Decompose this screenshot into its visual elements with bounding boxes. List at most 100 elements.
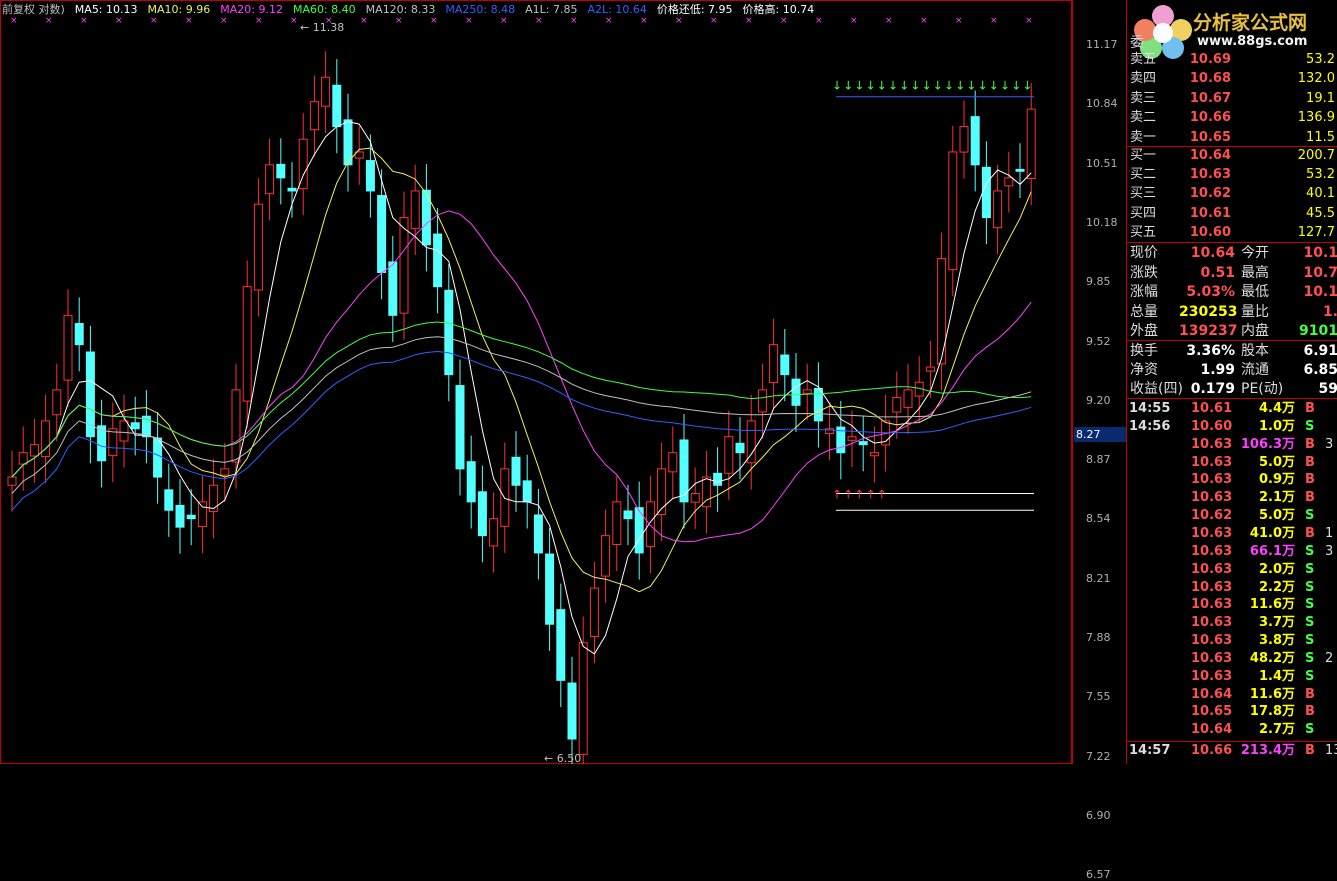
trade-s: S bbox=[1305, 543, 1315, 559]
trade-t: 14:56 bbox=[1129, 418, 1171, 434]
candle-up bbox=[746, 420, 756, 464]
trade-p: 10.65 bbox=[1191, 704, 1233, 720]
candle-down bbox=[791, 378, 801, 406]
trade-s: B bbox=[1305, 454, 1315, 470]
trade-row[interactable]: 10.63 66.1万 S 3 bbox=[1127, 543, 1337, 561]
trade-row[interactable]: 14:57 10.66 213.4万 B 13 bbox=[1127, 742, 1337, 760]
bid-row[interactable]: 买三 10.62 40.1 bbox=[1127, 184, 1337, 203]
quote-row: 涨跌 0.51 最高 10.7 bbox=[1127, 263, 1337, 283]
candle-down bbox=[444, 289, 454, 376]
book-label: 卖五 bbox=[1130, 52, 1157, 67]
trade-row[interactable]: 10.63 11.6万 S bbox=[1127, 596, 1337, 614]
trade-row[interactable]: 10.63 2.0万 S bbox=[1127, 561, 1337, 579]
trade-row[interactable]: 10.65 17.8万 B bbox=[1127, 703, 1337, 721]
quote-v2: 6.91 bbox=[1303, 343, 1337, 359]
kline-svg[interactable]: ↓ ↓ ↓ ↓ ↓ ↓ ↓ ↓ ↓ ↓ ↓ ↓ ↓ ↓ ↓ ↓ ↓ ↓↑ ↑ ↑ ↑ ↑× × × × × × × × × × × × × × × × ×… bbox=[0, 0, 1072, 764]
candle-up bbox=[410, 190, 420, 229]
quote-v1: 0.51 bbox=[1200, 264, 1235, 281]
trade-row[interactable]: 10.63 3.7万 S bbox=[1127, 614, 1337, 632]
axis-tick-label: 8.54 bbox=[1086, 512, 1111, 526]
signal-mark: × bbox=[1025, 16, 1033, 26]
candle-up bbox=[959, 126, 969, 153]
trade-row[interactable]: 10.63 2.1万 B bbox=[1127, 489, 1337, 507]
trade-row[interactable]: 10.64 11.6万 B bbox=[1127, 686, 1337, 704]
trade-row[interactable]: 10.63 41.0万 B 1 bbox=[1127, 525, 1337, 543]
candle-down bbox=[735, 442, 745, 454]
bid-row[interactable]: 买四 10.61 45.5 bbox=[1127, 204, 1337, 223]
candle-up bbox=[645, 501, 655, 547]
trade-v: 213.4万 bbox=[1240, 743, 1295, 758]
candle-down bbox=[164, 489, 174, 511]
trade-row[interactable]: 10.63 3.8万 S bbox=[1127, 632, 1337, 650]
candle-down bbox=[623, 510, 633, 520]
signal-mark: × bbox=[920, 16, 928, 26]
trade-row[interactable]: 10.63 2.2万 S bbox=[1127, 579, 1337, 597]
bid-row[interactable]: 买一 10.64 200.7 bbox=[1127, 146, 1337, 165]
quote-row: 收益(四) 0.179 PE(动) 59 bbox=[1127, 379, 1337, 399]
axis-tick-label: 9.20 bbox=[1086, 393, 1111, 407]
trade-p: 10.61 bbox=[1191, 401, 1233, 416]
trade-x: 1 bbox=[1325, 525, 1334, 541]
trade-row[interactable]: 10.63 48.2万 S 2 bbox=[1127, 650, 1337, 668]
bid-row[interactable]: 买二 10.63 53.2 bbox=[1127, 165, 1337, 184]
sell-arrow-icon: ↓ bbox=[888, 78, 898, 92]
candle-up bbox=[197, 501, 207, 528]
trade-v: 3.8万 bbox=[1258, 633, 1295, 649]
trade-row[interactable]: 10.63 106.3万 B 3 bbox=[1127, 436, 1337, 454]
trade-row[interactable]: 14:55 10.61 4.4万 B bbox=[1127, 400, 1337, 418]
trade-row[interactable]: 10.64 2.7万 S bbox=[1127, 721, 1337, 739]
trade-v: 1.4万 bbox=[1258, 668, 1295, 684]
trade-row[interactable]: 14:56 10.60 1.0万 S bbox=[1127, 418, 1337, 436]
quote-v1: 230253 bbox=[1179, 303, 1238, 320]
book-label: 买三 bbox=[1130, 186, 1157, 202]
buy-arrow-icon: ↑ bbox=[877, 488, 887, 502]
trade-s: B bbox=[1305, 472, 1315, 488]
book-vol: 136.9 bbox=[1297, 110, 1335, 126]
trade-row[interactable]: 10.63 0.9万 B bbox=[1127, 471, 1337, 489]
candle-up bbox=[925, 366, 935, 372]
trade-row[interactable]: 10.63 5.0万 B bbox=[1127, 454, 1337, 472]
trade-row[interactable]: 10.62 5.0万 S bbox=[1127, 507, 1337, 525]
trade-p: 10.66 bbox=[1191, 743, 1233, 758]
divider bbox=[1127, 398, 1337, 399]
ask-row[interactable]: 卖三 10.67 19.1 bbox=[1127, 89, 1337, 108]
trade-p: 10.63 bbox=[1191, 525, 1233, 541]
ask-row[interactable]: 卖四 10.68 132.0 bbox=[1127, 69, 1337, 88]
book-vol: 132.0 bbox=[1297, 71, 1335, 87]
book-price: 10.66 bbox=[1189, 110, 1231, 126]
book-label: 买一 bbox=[1130, 148, 1157, 163]
kline-chart[interactable]: ↓ ↓ ↓ ↓ ↓ ↓ ↓ ↓ ↓ ↓ ↓ ↓ ↓ ↓ ↓ ↓ ↓ ↓ ↑ ↑ ↑ ↑ ↑ × × × × × × × × × × × × × × × × ×… bbox=[0, 0, 1126, 881]
quote-v2: 10.1 bbox=[1303, 284, 1337, 300]
sell-arrow-icon: ↓ bbox=[854, 78, 864, 92]
book-label: 卖一 bbox=[1130, 129, 1157, 145]
quote-v1: 0.179 bbox=[1190, 381, 1235, 398]
ask-row[interactable]: 卖五 10.69 53.2 bbox=[1127, 50, 1337, 69]
axis-tick-label: 10.18 bbox=[1086, 215, 1118, 229]
candle-down bbox=[533, 514, 543, 554]
quote-l2: 流通 bbox=[1241, 362, 1269, 379]
bid-row[interactable]: 买五 10.60 127.7 bbox=[1127, 223, 1337, 242]
trade-p: 10.64 bbox=[1191, 686, 1233, 702]
candle-up bbox=[63, 314, 73, 381]
ask-row[interactable]: 卖一 10.65 11.5 bbox=[1127, 128, 1337, 147]
quote-row: 现价 10.64 今开 10.1 bbox=[1127, 243, 1337, 263]
indicator-legend: 前复权 对数) MA5: 10.13 MA10: 9.96 MA20: 9.12 MA6… bbox=[2, 2, 824, 18]
trade-v: 66.1万 bbox=[1249, 543, 1295, 559]
candle-up bbox=[948, 151, 958, 271]
legend-item: A1L: 7.85 bbox=[525, 3, 578, 16]
quote-row: 净资 1.99 流通 6.85 bbox=[1127, 360, 1337, 380]
book-price: 10.63 bbox=[1189, 167, 1231, 183]
trade-row[interactable]: 10.63 1.4万 S bbox=[1127, 668, 1337, 686]
quote-v1: 5.03% bbox=[1186, 284, 1235, 300]
trade-s: S bbox=[1305, 508, 1315, 524]
candle-up bbox=[578, 642, 588, 755]
candle-up bbox=[119, 420, 129, 442]
divider bbox=[1127, 741, 1337, 742]
candle-down bbox=[130, 422, 140, 430]
trade-x: 13 bbox=[1325, 743, 1337, 758]
candle-up bbox=[903, 389, 913, 408]
ask-row[interactable]: 卖二 10.66 136.9 bbox=[1127, 108, 1337, 127]
quote-row: 总量 230253 量比 1. bbox=[1127, 302, 1337, 322]
book-label: 买二 bbox=[1130, 167, 1157, 183]
trade-s: B bbox=[1305, 704, 1315, 720]
